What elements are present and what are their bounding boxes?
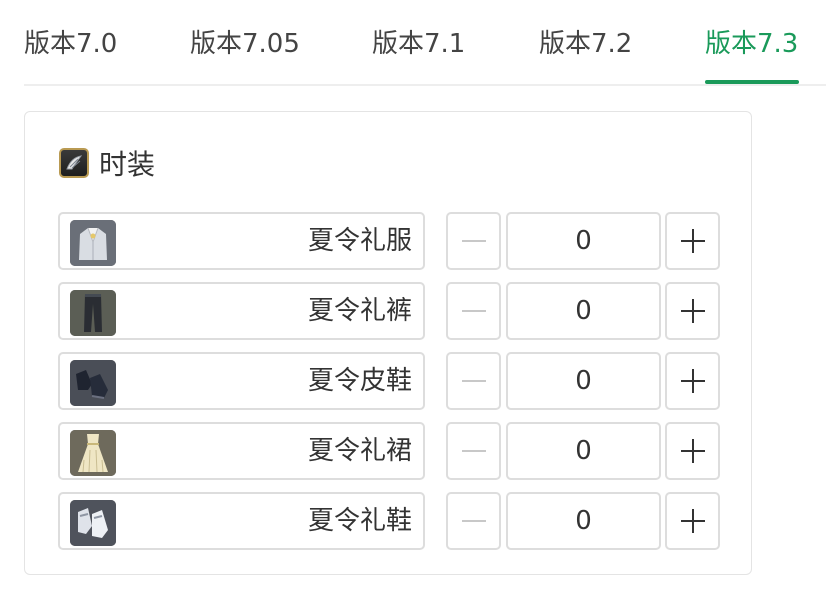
tab-version-7-2[interactable]: 版本7.2 bbox=[539, 24, 632, 64]
minus-icon bbox=[461, 450, 486, 452]
item-box[interactable]: 夏令礼鞋 bbox=[58, 492, 425, 550]
item-box[interactable]: 夏令礼服 bbox=[58, 212, 425, 270]
quantity-input[interactable]: 0 bbox=[506, 282, 661, 340]
summer-formal-trousers-icon bbox=[70, 290, 116, 336]
decrease-button[interactable] bbox=[446, 352, 501, 410]
item-name: 夏令皮鞋 bbox=[307, 366, 412, 396]
summer-leather-shoes-icon bbox=[70, 360, 116, 406]
increase-button[interactable] bbox=[665, 212, 720, 270]
summer-formal-dress-icon bbox=[70, 430, 116, 476]
item-box[interactable]: 夏令礼裤 bbox=[58, 282, 425, 340]
minus-icon bbox=[461, 380, 486, 382]
decrease-button[interactable] bbox=[446, 282, 501, 340]
item-row: 夏令礼鞋 0 bbox=[58, 492, 722, 550]
summer-formal-shoes-icon bbox=[70, 500, 116, 546]
section-header: 时装 bbox=[59, 145, 155, 181]
item-name: 夏令礼裤 bbox=[307, 296, 412, 326]
quantity-input[interactable]: 0 bbox=[506, 492, 661, 550]
item-row: 夏令皮鞋 0 bbox=[58, 352, 722, 410]
item-box[interactable]: 夏令皮鞋 bbox=[58, 352, 425, 410]
items-card: 时装 夏令礼服 0 夏令礼裤 0 夏令皮鞋 0 夏令礼裙 0 夏令礼鞋 0 bbox=[24, 111, 752, 575]
increase-button[interactable] bbox=[665, 352, 720, 410]
quantity-input[interactable]: 0 bbox=[506, 352, 661, 410]
item-box[interactable]: 夏令礼裙 bbox=[58, 422, 425, 480]
fashion-icon bbox=[59, 148, 89, 178]
decrease-button[interactable] bbox=[446, 212, 501, 270]
item-row: 夏令礼裙 0 bbox=[58, 422, 722, 480]
tab-version-7-1[interactable]: 版本7.1 bbox=[372, 24, 465, 64]
section-title: 时装 bbox=[99, 148, 156, 181]
summer-formal-coat-icon bbox=[70, 220, 116, 266]
item-name: 夏令礼裙 bbox=[307, 436, 412, 466]
version-tabs: 版本7.0 版本7.05 版本7.1 版本7.2 版本7.3 bbox=[24, 0, 826, 86]
tab-version-7-0[interactable]: 版本7.0 bbox=[24, 24, 117, 64]
item-row: 夏令礼裤 0 bbox=[58, 282, 722, 340]
plus-icon bbox=[680, 439, 705, 463]
tab-version-7-05[interactable]: 版本7.05 bbox=[190, 24, 300, 64]
minus-icon bbox=[461, 310, 486, 312]
quantity-input[interactable]: 0 bbox=[506, 422, 661, 480]
increase-button[interactable] bbox=[665, 422, 720, 480]
plus-icon bbox=[680, 299, 705, 323]
tab-version-7-3[interactable]: 版本7.3 bbox=[705, 24, 798, 64]
increase-button[interactable] bbox=[665, 492, 720, 550]
plus-icon bbox=[680, 509, 705, 533]
minus-icon bbox=[461, 520, 486, 522]
item-row: 夏令礼服 0 bbox=[58, 212, 722, 270]
decrease-button[interactable] bbox=[446, 492, 501, 550]
item-name: 夏令礼服 bbox=[307, 226, 412, 256]
active-tab-indicator bbox=[705, 80, 799, 84]
quantity-input[interactable]: 0 bbox=[506, 212, 661, 270]
increase-button[interactable] bbox=[665, 282, 720, 340]
item-name: 夏令礼鞋 bbox=[307, 506, 412, 536]
minus-icon bbox=[461, 240, 486, 242]
plus-icon bbox=[680, 229, 705, 253]
plus-icon bbox=[680, 369, 705, 393]
decrease-button[interactable] bbox=[446, 422, 501, 480]
